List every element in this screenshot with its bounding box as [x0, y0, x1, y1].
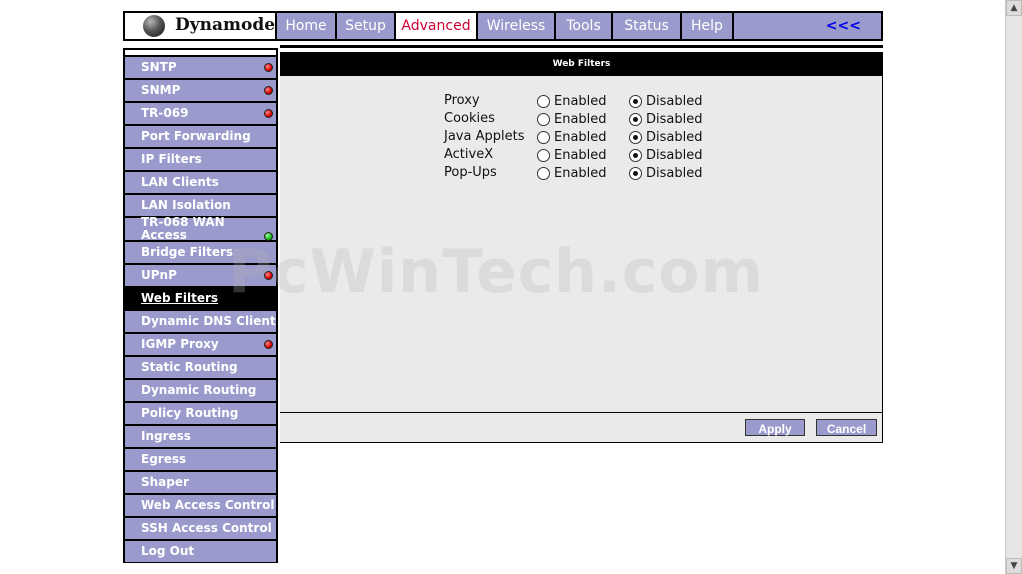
sidebar-item-label: Dynamic Routing: [141, 383, 257, 397]
sidebar-item-ssh-access-control[interactable]: SSH Access Control: [125, 518, 276, 539]
status-red-dot-icon: [264, 340, 273, 349]
sidebar-item-tr-069[interactable]: TR-069: [125, 103, 276, 124]
filter-row: ActiveX Enabled Disabled: [444, 147, 714, 165]
status-red-dot-icon: [264, 63, 273, 72]
sidebar-item-label: TR-068 WAN Access: [141, 215, 225, 242]
logo-sphere-icon: [143, 15, 165, 37]
filter-label: Java Applets: [444, 129, 525, 144]
sidebar-item-sntp[interactable]: SNTP: [125, 57, 276, 78]
sidebar-item-label: SNTP: [141, 60, 177, 74]
sidebar-item-shaper[interactable]: Shaper: [125, 472, 276, 493]
enabled-radio[interactable]: [537, 113, 550, 126]
disabled-label: Disabled: [646, 166, 703, 181]
sidebar-item-label: Shaper: [141, 475, 189, 489]
sidebar-item-ip-filters[interactable]: IP Filters: [125, 149, 276, 170]
sidebar-item-label: UPnP: [141, 268, 177, 282]
vertical-scrollbar[interactable]: ▲ ▼: [1005, 0, 1022, 574]
sidebar-item-label: Port Forwarding: [141, 129, 251, 143]
sidebar-item-label: Web Access Control: [141, 498, 275, 512]
sidebar-item-snmp[interactable]: SNMP: [125, 80, 276, 101]
logo: Dynamode: [125, 13, 277, 39]
sidebar-item-label: Log Out: [141, 544, 195, 558]
disabled-label: Disabled: [646, 130, 703, 145]
disabled-label: Disabled: [646, 148, 703, 163]
sidebar-item-port-forwarding[interactable]: Port Forwarding: [125, 126, 276, 147]
enabled-radio[interactable]: [537, 149, 550, 162]
scroll-down-icon[interactable]: ▼: [1006, 558, 1022, 574]
sidebar-item-dynamic-routing[interactable]: Dynamic Routing: [125, 380, 276, 401]
panel-divider: [280, 412, 882, 413]
sidebar-item-policy-routing[interactable]: Policy Routing: [125, 403, 276, 424]
sidebar-item-label: TR-069: [141, 106, 189, 120]
top-nav-bar: Dynamode Home Setup Advanced Wireless Tools S…: [123, 11, 883, 41]
sidebar-item-label: LAN Clients: [141, 175, 219, 189]
enabled-radio[interactable]: [537, 167, 550, 180]
sidebar-item-dynamic-dns-client[interactable]: Dynamic DNS Client: [125, 311, 276, 332]
disabled-radio[interactable]: [629, 149, 642, 162]
disabled-radio[interactable]: [629, 113, 642, 126]
enabled-radio[interactable]: [537, 131, 550, 144]
enabled-radio[interactable]: [537, 95, 550, 108]
filter-row: Proxy Enabled Disabled: [444, 93, 714, 111]
brand-name: Dynamode: [175, 15, 276, 35]
tab-tools[interactable]: Tools: [556, 13, 613, 39]
sidebar-item-label: SSH Access Control: [141, 521, 272, 535]
watermark: PcWinTech.com: [228, 237, 765, 307]
sidebar-item-label: Bridge Filters: [141, 245, 234, 259]
sidebar-item-label: Egress: [141, 452, 187, 466]
disabled-radio[interactable]: [629, 95, 642, 108]
status-red-dot-icon: [264, 109, 273, 118]
tab-status[interactable]: Status: [613, 13, 682, 39]
sidebar-item-label: LAN Isolation: [141, 198, 231, 212]
filter-label: Pop-Ups: [444, 165, 497, 180]
disabled-label: Disabled: [646, 112, 703, 127]
disabled-radio[interactable]: [629, 167, 642, 180]
sidebar-item-igmp-proxy[interactable]: IGMP Proxy: [125, 334, 276, 355]
filter-label: Cookies: [444, 111, 495, 126]
disabled-radio[interactable]: [629, 131, 642, 144]
apply-button[interactable]: Apply: [745, 419, 805, 436]
filter-label: ActiveX: [444, 147, 494, 162]
filter-row: Pop-Ups Enabled Disabled: [444, 165, 714, 183]
sidebar-item-label: Web Filters: [141, 291, 219, 305]
filter-row: Cookies Enabled Disabled: [444, 111, 714, 129]
page-title: Web Filters: [280, 52, 883, 76]
sidebar-item-egress[interactable]: Egress: [125, 449, 276, 470]
disabled-label: Disabled: [646, 94, 703, 109]
tab-advanced[interactable]: Advanced: [396, 13, 478, 39]
enabled-label: Enabled: [554, 112, 607, 127]
collapse-link[interactable]: <<<: [826, 13, 861, 39]
enabled-label: Enabled: [554, 166, 607, 181]
enabled-label: Enabled: [554, 130, 607, 145]
sidebar-divider: [125, 50, 276, 55]
scroll-up-icon[interactable]: ▲: [1006, 0, 1022, 16]
sidebar-item-label: Policy Routing: [141, 406, 239, 420]
sidebar-item-lan-isolation[interactable]: LAN Isolation: [125, 195, 276, 216]
enabled-label: Enabled: [554, 94, 607, 109]
sidebar-item-lan-clients[interactable]: LAN Clients: [125, 172, 276, 193]
tab-help[interactable]: Help: [682, 13, 734, 39]
sidebar-item-log-out[interactable]: Log Out: [125, 541, 276, 562]
title-divider: [280, 45, 883, 48]
tab-setup[interactable]: Setup: [337, 13, 396, 39]
tab-wireless[interactable]: Wireless: [478, 13, 556, 39]
sidebar-item-label: Ingress: [141, 429, 191, 443]
filter-label: Proxy: [444, 93, 480, 108]
sidebar-item-label: Dynamic DNS Client: [141, 314, 276, 328]
sidebar-item-static-routing[interactable]: Static Routing: [125, 357, 276, 378]
sidebar-item-label: SNMP: [141, 83, 181, 97]
sidebar-item-ingress[interactable]: Ingress: [125, 426, 276, 447]
status-red-dot-icon: [264, 86, 273, 95]
sidebar-item-label: IGMP Proxy: [141, 337, 219, 351]
sidebar-item-label: Static Routing: [141, 360, 238, 374]
sidebar-item-web-access-control[interactable]: Web Access Control: [125, 495, 276, 516]
filter-row: Java Applets Enabled Disabled: [444, 129, 714, 147]
sidebar-item-label: IP Filters: [141, 152, 202, 166]
tab-home[interactable]: Home: [277, 13, 337, 39]
cancel-button[interactable]: Cancel: [816, 419, 877, 436]
enabled-label: Enabled: [554, 148, 607, 163]
